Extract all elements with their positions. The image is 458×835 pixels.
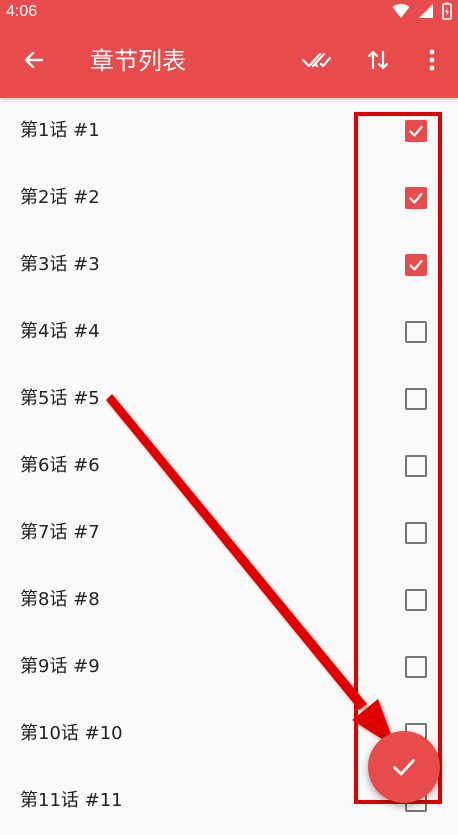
chapter-label: 第9话 #9: [20, 656, 100, 677]
battery-icon: [442, 2, 452, 20]
check-icon: [393, 759, 415, 776]
chapter-label: 第11话 #11: [20, 790, 123, 811]
wifi-icon: [392, 3, 410, 19]
chapter-row[interactable]: 第7话 #7: [0, 500, 458, 567]
chapter-label: 第4话 #4: [20, 321, 100, 342]
chapter-label: 第7话 #7: [20, 522, 100, 543]
select-all-button[interactable]: [296, 40, 336, 80]
chapter-list: 第1话 #1 第2话 #2 第3话 #3 第4话 #4 第5话 #5 第6话 #…: [0, 98, 458, 820]
chapter-label: 第10话 #10: [20, 723, 123, 744]
chapter-label: 第2话 #2: [20, 187, 100, 208]
status-icons: [392, 2, 452, 20]
signal-icon: [419, 4, 433, 18]
chapter-row[interactable]: 第2话 #2: [0, 165, 458, 232]
arrow-left-icon: [24, 51, 44, 69]
chapter-label: 第3话 #3: [20, 254, 100, 275]
chapter-row[interactable]: 第8话 #8: [0, 567, 458, 634]
chapter-label: 第8话 #8: [20, 589, 100, 610]
checkmark-icon: [409, 259, 423, 271]
chapter-row[interactable]: 第6话 #6: [0, 433, 458, 500]
overflow-menu-button[interactable]: [412, 40, 452, 80]
chapter-checkbox[interactable]: [405, 455, 427, 477]
checkmark-icon: [409, 192, 423, 204]
chapter-checkbox[interactable]: [405, 321, 427, 343]
chapter-label: 第1话 #1: [20, 120, 100, 141]
chapter-label: 第6话 #6: [20, 455, 100, 476]
chapter-row[interactable]: 第3话 #3: [0, 232, 458, 299]
app-bar: 章节列表: [0, 24, 458, 98]
status-bar: 4:06: [0, 0, 458, 24]
back-button[interactable]: [14, 40, 54, 80]
chapter-row[interactable]: 第5话 #5: [0, 366, 458, 433]
more-vert-icon: [429, 49, 435, 71]
chapter-checkbox[interactable]: [405, 589, 427, 611]
chapter-row[interactable]: 第4话 #4: [0, 299, 458, 366]
chapter-checkbox[interactable]: [405, 522, 427, 544]
confirm-fab[interactable]: [368, 731, 440, 803]
sort-button[interactable]: [358, 40, 398, 80]
sort-icon: [367, 50, 389, 70]
chapter-checkbox[interactable]: [405, 187, 427, 209]
chapter-checkbox[interactable]: [405, 120, 427, 142]
status-time: 4:06: [6, 3, 38, 20]
chapter-row[interactable]: 第9话 #9: [0, 634, 458, 701]
chapter-checkbox[interactable]: [405, 254, 427, 276]
chapter-checkbox[interactable]: [405, 388, 427, 410]
chapter-label: 第5话 #5: [20, 388, 100, 409]
double-check-icon: [301, 52, 331, 68]
checkmark-icon: [409, 125, 423, 137]
chapter-row[interactable]: 第1话 #1: [0, 98, 458, 165]
chapter-checkbox[interactable]: [405, 656, 427, 678]
page-title: 章节列表: [90, 47, 186, 75]
